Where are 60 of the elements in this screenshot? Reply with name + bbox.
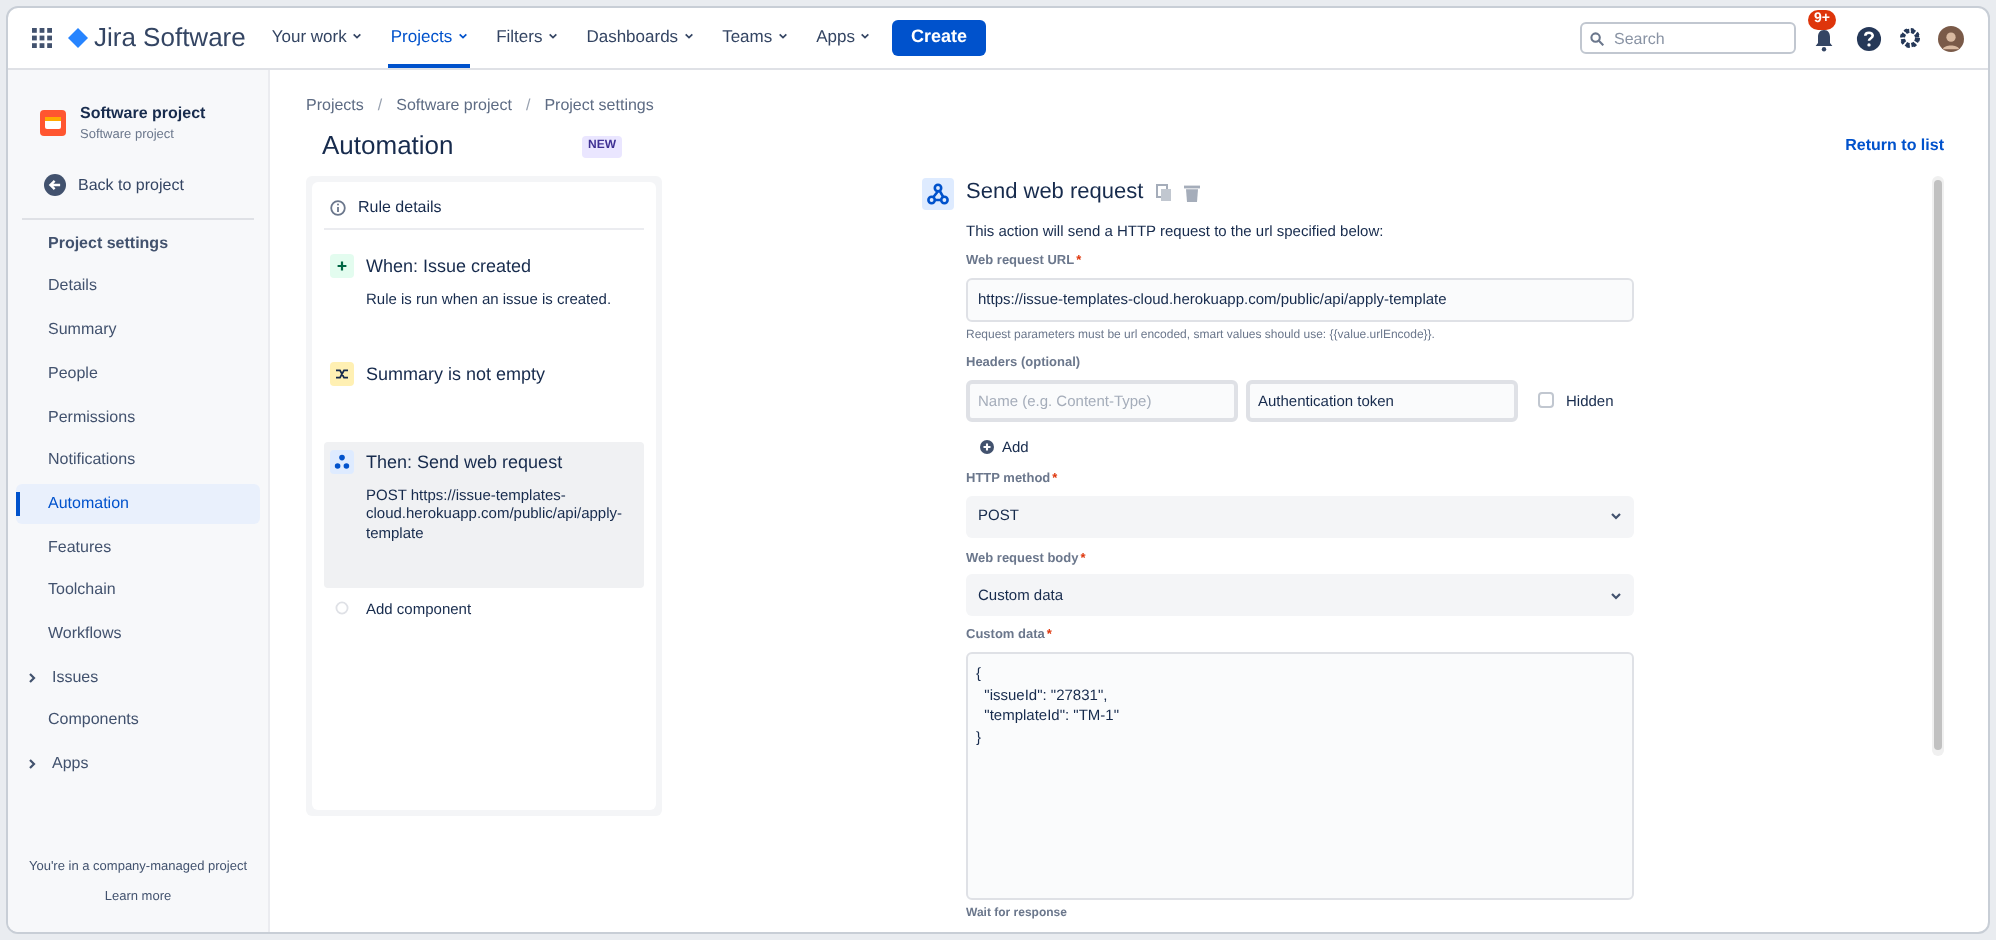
sidebar-item[interactable]: Components: [16, 700, 260, 741]
diamond-logo-icon: [68, 28, 88, 48]
shuffle-icon: [330, 362, 354, 386]
avatar-icon[interactable]: [1938, 25, 1964, 51]
sidebar-item[interactable]: Toolchain: [16, 570, 260, 611]
search-field[interactable]: Search: [1580, 22, 1796, 54]
help-icon[interactable]: [1856, 25, 1882, 51]
breadcrumb-separator: /: [375, 93, 385, 117]
breadcrumb-link[interactable]: Software project: [396, 93, 512, 117]
plus-circle-icon: [980, 440, 994, 455]
sidebar-item[interactable]: Details: [16, 266, 260, 307]
chevron-right-icon: [28, 758, 36, 770]
nav-menu-item[interactable]: Your work: [269, 8, 365, 68]
info-icon: [330, 200, 346, 216]
breadcrumb-separator: /: [523, 93, 533, 117]
chevron-down-icon: [1610, 512, 1622, 520]
nav-menu-item[interactable]: Filters: [494, 8, 561, 68]
webhook-icon: [922, 177, 954, 209]
empty-circle-icon: [330, 596, 354, 620]
sidebar-item[interactable]: Notifications: [16, 440, 260, 481]
action-title: Send web request: [966, 178, 1144, 209]
app-grid-icon[interactable]: [32, 28, 52, 48]
bell-icon[interactable]: [1812, 28, 1836, 52]
sidebar-item[interactable]: Permissions: [16, 397, 260, 437]
back-arrow-icon: [44, 174, 66, 197]
search-icon: [1590, 31, 1604, 45]
settings-icon[interactable]: [1898, 26, 1922, 50]
nav-menu-item[interactable]: Teams: [720, 8, 791, 68]
product-name[interactable]: Jira Software: [94, 18, 246, 58]
project-avatar-icon: [40, 110, 66, 137]
chevron-down-icon: [548, 32, 559, 40]
rule-details-item[interactable]: Rule details: [324, 194, 644, 230]
sidebar-item[interactable]: Issues: [16, 657, 260, 698]
sidebar-item[interactable]: People: [16, 353, 260, 394]
chevron-down-icon: [458, 32, 469, 40]
checkbox[interactable]: [1538, 392, 1554, 409]
sidebar-item[interactable]: Summary: [16, 310, 260, 351]
back-to-project-link[interactable]: Back to project: [16, 169, 260, 202]
breadcrumb-link[interactable]: Projects: [306, 93, 364, 117]
chevron-down-icon: [684, 32, 695, 40]
sidebar-item[interactable]: Apps: [16, 744, 260, 784]
sidebar-item[interactable]: Workflows: [16, 613, 260, 654]
nav-menu-item[interactable]: Dashboards: [584, 8, 697, 68]
nav-menu-item[interactable]: Projects: [388, 8, 471, 68]
chevron-right-icon: [28, 671, 36, 684]
sidebar-item[interactable]: Automation: [16, 483, 260, 524]
plus-icon: [330, 254, 354, 278]
chevron-down-icon: [1610, 591, 1622, 600]
create-button[interactable]: Create: [892, 20, 985, 56]
nav-menu-item[interactable]: Apps: [814, 8, 873, 68]
webhook-icon: [330, 450, 354, 474]
section-heading: Project settings: [46, 231, 171, 256]
chevron-down-icon: [860, 32, 871, 40]
return-to-list-link[interactable]: Return to list: [1845, 134, 1944, 158]
sidebar-item[interactable]: Features: [16, 527, 260, 568]
breadcrumb-link[interactable]: Project settings: [544, 93, 654, 117]
chevron-down-icon: [352, 32, 363, 40]
chevron-down-icon: [778, 32, 789, 40]
page-title: Automation: [322, 128, 456, 165]
project-name: Software project: [80, 102, 206, 126]
